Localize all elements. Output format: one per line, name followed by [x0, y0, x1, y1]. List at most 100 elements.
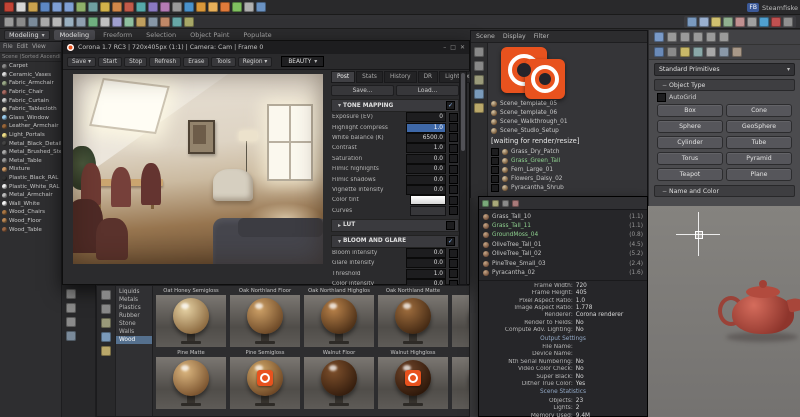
instance-row[interactable]: Grass_Tall_11 (1.1) — [483, 221, 643, 230]
primitive-button[interactable]: Pyramid — [726, 152, 792, 165]
material-list-item[interactable]: Metal_Black_Details — [0, 139, 61, 148]
toolbar-icon[interactable] — [256, 2, 266, 12]
content-list-item[interactable]: Grass_Dry_Patch — [491, 147, 644, 156]
browser-tool-icon[interactable] — [101, 290, 111, 300]
category-icon[interactable] — [719, 47, 729, 57]
param-checkbox[interactable] — [449, 113, 458, 122]
param-input[interactable]: 0.0 — [406, 175, 446, 185]
toolbar-icon[interactable] — [88, 2, 98, 12]
toolbar-icon[interactable] — [184, 2, 194, 12]
content-list-item[interactable]: Scene_Walkthrough_01 — [491, 117, 644, 126]
material-list-item[interactable]: Leather_Armchair — [0, 122, 61, 131]
panel-menu-item[interactable]: File — [3, 44, 13, 50]
viewport[interactable] — [648, 206, 800, 417]
primitive-button[interactable]: Cone — [726, 104, 792, 117]
corona-logo-tile[interactable] — [525, 59, 565, 99]
minimize-icon[interactable]: – — [443, 44, 446, 51]
material-thumbnail[interactable]: Pine Semigloss — [229, 349, 301, 409]
param-input[interactable]: 1.0 — [406, 269, 446, 279]
toolbar-icon[interactable] — [76, 2, 86, 12]
panel-tab-icon[interactable] — [654, 32, 664, 42]
tone-mapping-section-header[interactable]: ▾ TONE MAPPING ✓ — [331, 99, 459, 112]
info-tool-icon[interactable] — [512, 200, 519, 207]
material-thumbnail[interactable]: Oak Northland Floor — [229, 287, 301, 347]
toolbar-icon[interactable] — [76, 17, 86, 27]
panel-tab-icon[interactable] — [706, 32, 716, 42]
browser-tool-icon[interactable] — [101, 332, 111, 342]
param-checkbox[interactable] — [449, 154, 458, 163]
tone-mapping-checkbox[interactable]: ✓ — [446, 101, 455, 110]
vfb-tab[interactable]: Post — [331, 71, 355, 83]
category-item[interactable]: Rubber — [116, 312, 152, 320]
content-list-item[interactable]: Fern_Large_01 — [491, 165, 644, 174]
material-list-item[interactable]: Metal_Brushed_Steel — [0, 148, 61, 157]
toolbar-icon[interactable] — [64, 17, 74, 27]
primitive-button[interactable]: Tube — [726, 136, 792, 149]
toolbar-icon[interactable] — [148, 2, 158, 12]
curves-checkbox[interactable] — [449, 206, 458, 215]
toolbar-icon[interactable] — [687, 17, 697, 27]
content-menu-item[interactable]: Display — [503, 33, 526, 40]
param-input[interactable]: 0.0 — [406, 154, 446, 164]
asset-checkbox[interactable] — [491, 157, 499, 165]
panel-tab-icon[interactable] — [667, 32, 677, 42]
autogrid-checkbox[interactable] — [657, 93, 666, 102]
content-menu-item[interactable]: Filter — [534, 33, 549, 40]
vfb-tab[interactable]: Stats — [356, 71, 383, 83]
param-checkbox[interactable] — [449, 185, 458, 194]
toolbar-icon[interactable] — [172, 2, 182, 12]
ribbon-tab[interactable]: Selection — [140, 30, 182, 40]
close-icon[interactable]: ✕ — [460, 44, 465, 51]
material-list-item[interactable]: Light_Portals — [0, 131, 61, 140]
primitive-button[interactable]: Sphere — [657, 120, 723, 133]
browser-tool-icon[interactable] — [101, 304, 111, 314]
panel-tab-icon[interactable] — [693, 32, 703, 42]
bloom-glare-section-header[interactable]: ▾ BLOOM AND GLARE ✓ — [331, 235, 459, 248]
vfb-toolbar-button[interactable]: Tools — [211, 57, 235, 67]
param-checkbox[interactable] — [449, 175, 458, 184]
material-list-item[interactable]: Fabric_Chair — [0, 88, 61, 97]
toolbar-icon[interactable] — [112, 2, 122, 12]
category-icon[interactable] — [654, 47, 664, 57]
param-input[interactable]: 0.0 — [406, 185, 446, 195]
category-icon[interactable] — [693, 47, 703, 57]
instance-row[interactable]: PineTree_Small_03 (2.4) — [483, 259, 643, 268]
asset-checkbox[interactable] — [491, 148, 499, 156]
category-item[interactable]: Plastics — [116, 304, 152, 312]
toolbar-icon[interactable] — [160, 17, 170, 27]
palette-icon[interactable] — [66, 303, 76, 313]
vfb-settings-scrollbar[interactable] — [459, 71, 467, 285]
material-list-item[interactable]: Plastic_White_RAL — [0, 182, 61, 191]
toolbar-icon[interactable] — [112, 17, 122, 27]
content-tool-icon[interactable] — [474, 75, 484, 85]
material-thumbnail[interactable]: Walnut Floor — [303, 349, 375, 409]
material-list-item[interactable]: Fabric_Curtain — [0, 96, 61, 105]
param-checkbox[interactable] — [449, 165, 458, 174]
content-list-item[interactable]: Flowers_Daisy_02 — [491, 174, 644, 183]
toolbar-icon[interactable] — [148, 17, 158, 27]
instance-row[interactable]: Pyracantha_02 (1.6) — [483, 268, 643, 277]
toolbar-icon[interactable] — [711, 17, 721, 27]
palette-icon[interactable] — [66, 289, 76, 299]
content-list-item[interactable]: Grass_Green_Tall — [491, 156, 644, 165]
material-list-item[interactable]: Metal_Table — [0, 157, 61, 166]
toolbar-icon[interactable] — [124, 17, 134, 27]
toolbar-icon[interactable] — [16, 17, 26, 27]
material-list-item[interactable]: Wood_Table — [0, 225, 61, 234]
material-list-item[interactable]: Metal_Armchair — [0, 191, 61, 200]
toolbar-icon[interactable] — [184, 17, 194, 27]
category-item[interactable]: Stone — [116, 320, 152, 328]
content-list-item[interactable]: Scene_template_05 — [491, 99, 644, 108]
toolbar-icon[interactable] — [783, 17, 793, 27]
scrollbar-thumb[interactable] — [461, 73, 465, 151]
toolbar-icon[interactable] — [208, 2, 218, 12]
content-tool-icon[interactable] — [474, 89, 484, 99]
toolbar-icon[interactable] — [771, 17, 781, 27]
color-tint-swatch[interactable] — [410, 195, 446, 205]
material-list-item[interactable]: Wood_Chairs — [0, 208, 61, 217]
toolbar-icon[interactable] — [40, 2, 50, 12]
material-list-item[interactable]: Carpet — [0, 62, 61, 71]
toolbar-icon[interactable] — [232, 2, 242, 12]
param-input[interactable]: 0.0 — [406, 164, 446, 174]
material-thumbnail[interactable]: Wenge Floor — [451, 349, 469, 409]
